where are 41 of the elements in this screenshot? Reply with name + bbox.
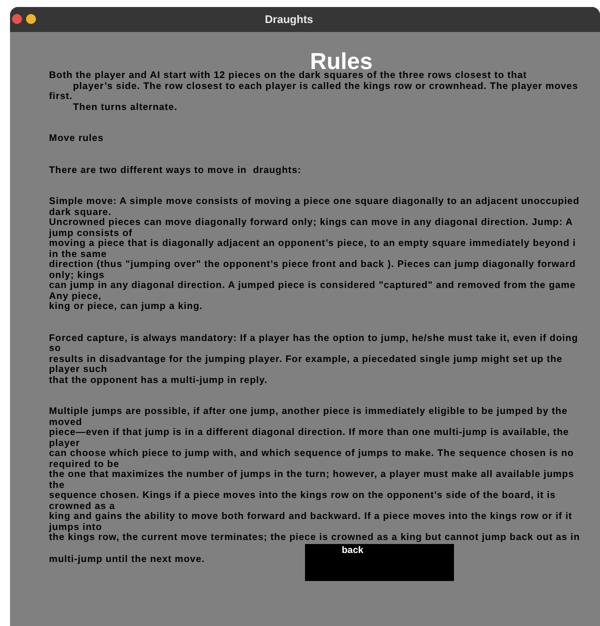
rules-text: results in disadvantage for the jumping player. For example, a piecedated single jump might set up the <box>49 354 562 365</box>
rules-text: crowned as a <box>49 502 116 512</box>
rules-text: only; kings <box>49 270 105 281</box>
rules-text: There are two different ways to move in draughts: <box>49 166 302 176</box>
rules-text: jumps into <box>49 522 102 533</box>
minimize-icon[interactable] <box>26 14 36 24</box>
rules-text: Any piece, <box>49 292 102 302</box>
rules-text: so <box>49 344 62 354</box>
rules-text: the one that maximizes the number of jumps in the turn; however, a player must make all available jumps <box>49 470 574 480</box>
rules-text: Simple move: A simple move consists of moving a piece one square diagonally to an adjacent unoccupied <box>49 197 580 208</box>
rules-text: jump consists of <box>49 228 132 239</box>
rules-text: that the opponent has a multi-jump in reply. <box>49 376 268 386</box>
rules-text: can choose which piece to jump with, and which sequence of jumps to make. The sequence chosen is no <box>49 449 574 460</box>
rules-text: king and gains the ability to move both forward and backward. If a piece moves into the kings row or if it <box>49 512 572 522</box>
rules-text: Both the player and AI start with 12 pieces on the dark squares of the three rows closest to that <box>49 71 527 82</box>
rules-text: king or piece, can jump a king. <box>49 302 203 312</box>
back-button[interactable]: back <box>304 544 454 580</box>
rules-text: first. <box>49 92 72 102</box>
rules-text: piece—even if that jump is in a different diagonal direction. If more than one multi-jump is available, the <box>49 428 569 438</box>
rules-text: Uncrowned pieces can move diagonally forward only; kings can move in any diagonal direction. Jump: A <box>49 218 573 228</box>
rules-text: the kings row, the current move terminates; the piece is crowned as a king but cannot jump back out as in <box>49 533 580 544</box>
rules-text: Multiple jumps are possible, if after one jump, another piece is immediately eligible to be jumped by the <box>49 407 568 418</box>
window-title: Draughts <box>264 14 314 26</box>
rules-text: required to be <box>49 460 120 470</box>
rules-text: moving a piece that is diagonally adjacent an opponent’s piece, to an empty square immediately beyond i <box>49 239 576 250</box>
rules-text: in the same <box>49 250 107 260</box>
rules-text: dark square. <box>49 208 112 218</box>
rules-text: Move rules <box>49 134 104 144</box>
rules-text: the <box>49 480 65 491</box>
close-icon[interactable] <box>12 14 22 24</box>
rules-text: player’s side. The row closest to each player is called the kings row or crownhead. The player moves <box>72 82 578 92</box>
rules-text: can jump in any diagonal direction. A jumped piece is considered "captured" and removed from the game <box>49 281 576 292</box>
rules-text: Then turns alternate. <box>72 102 178 113</box>
rules-text: sequence chosen. Kings if a piece moves into the kings row on the opponent’s side of the board, it is <box>49 491 556 502</box>
rules-text: Forced capture, is always mandatory: If a player has the option to jump, he/she must take it, even if doing <box>49 334 578 344</box>
page-heading: Rules <box>310 52 373 71</box>
rules-text: player such <box>49 365 108 376</box>
rules-text: multi-jump until the next move. <box>49 554 205 565</box>
rules-text: direction (thus "jumping over" the opponent’s piece front and back ). Pieces can jump diagonally forward <box>49 260 576 270</box>
rules-text: player <box>49 438 80 449</box>
rules-text: moved <box>49 418 82 428</box>
